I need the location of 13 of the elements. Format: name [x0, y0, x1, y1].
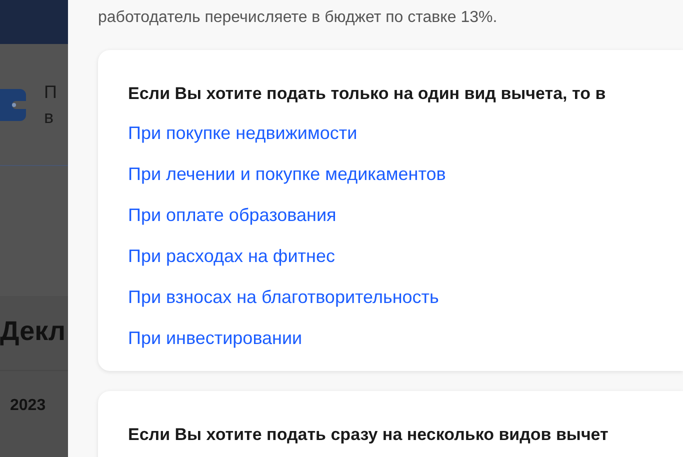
deduction-link[interactable]: При расходах на фитнес — [128, 245, 335, 267]
deduction-link[interactable]: При лечении и покупке медикаментов — [128, 163, 446, 185]
deduction-link[interactable]: При покупке недвижимости — [128, 122, 358, 144]
header-text: в — [44, 106, 55, 129]
card-heading: Если Вы хотите подать только на один вид вычета, то в — [128, 84, 607, 104]
header-text: П — [44, 80, 57, 104]
card-heading: Если Вы хотите подать сразу на несколько видов вычет — [128, 425, 610, 445]
header-bar — [0, 0, 68, 44]
intro-text: работодатель перечисляете в бюджет по ставке 13%. — [98, 8, 498, 28]
page-heading: Декл — [0, 315, 67, 348]
deduction-link[interactable]: При взносах на благотворительность — [128, 286, 439, 308]
deduction-link[interactable]: При оплате образования — [128, 204, 336, 226]
deduction-link[interactable]: При инвестировании — [128, 327, 302, 349]
